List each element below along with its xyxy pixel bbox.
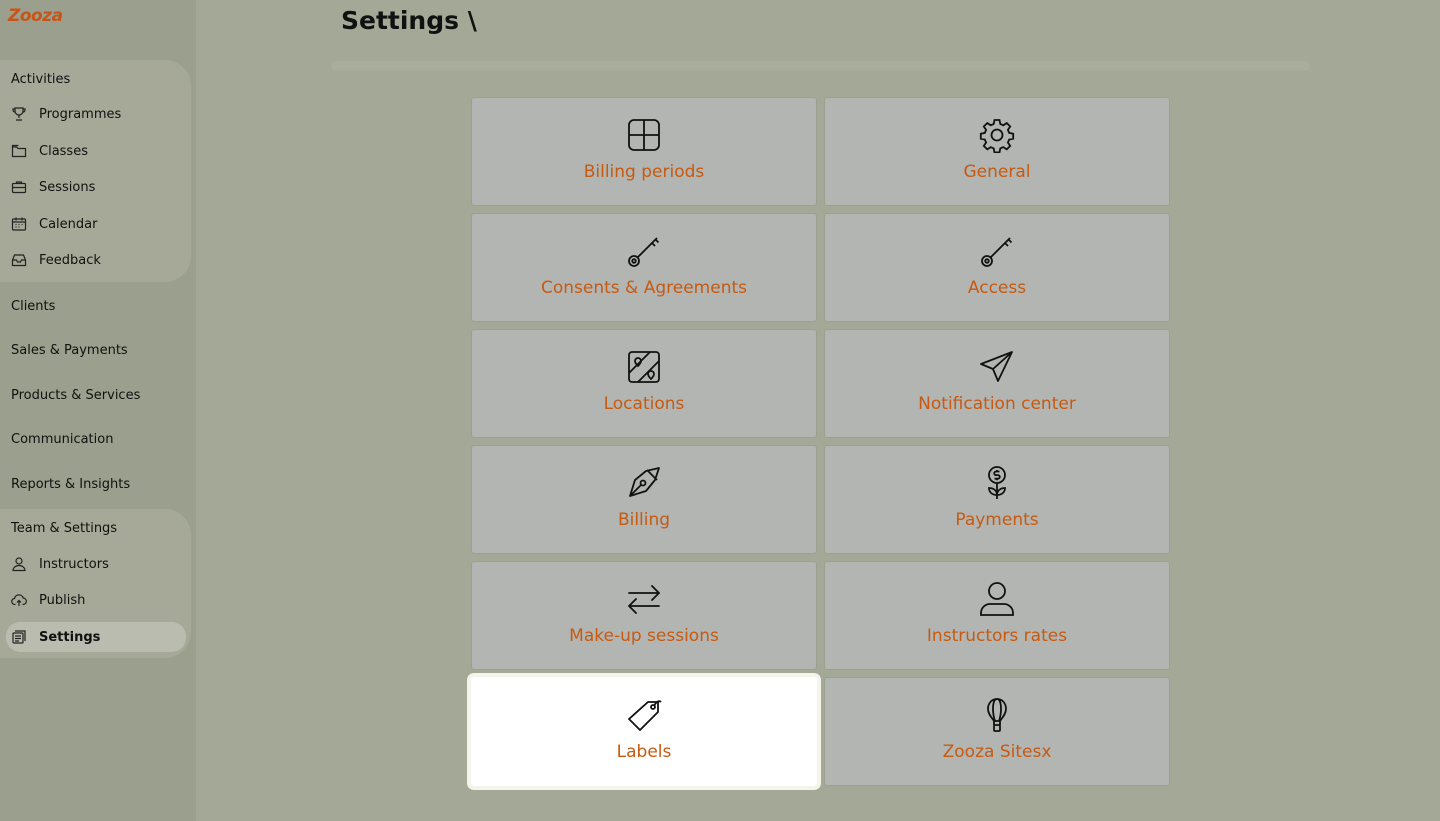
- briefcase-icon: [11, 179, 27, 195]
- card-billing-periods[interactable]: Billing periods: [471, 97, 817, 206]
- nav-feedback[interactable]: Feedback: [0, 245, 191, 275]
- card-instructors-rates[interactable]: Instructors rates: [824, 561, 1170, 670]
- inbox-icon: [11, 252, 27, 268]
- trophy-icon: [11, 106, 27, 122]
- nav-team-settings[interactable]: Team & Settings: [0, 513, 191, 543]
- nav-classes[interactable]: Classes: [0, 136, 191, 166]
- nav-sessions[interactable]: Sessions: [0, 172, 191, 202]
- nav-settings[interactable]: Settings: [6, 622, 186, 652]
- user-icon: [11, 556, 27, 572]
- card-labels[interactable]: Labels: [471, 677, 817, 786]
- nav-reports-insights[interactable]: Reports & Insights: [0, 469, 191, 499]
- user-icon: [978, 580, 1016, 618]
- zooza-logo[interactable]: Zooza: [8, 4, 68, 34]
- card-access[interactable]: Access: [824, 213, 1170, 322]
- nav-communication[interactable]: Communication: [0, 424, 191, 454]
- nav-programmes[interactable]: Programmes: [0, 99, 191, 129]
- nav-activities[interactable]: Activities: [0, 64, 191, 94]
- arrows-swap-icon: [625, 580, 663, 618]
- calendar-icon: [11, 216, 27, 232]
- nav-products-services[interactable]: Products & Services: [0, 380, 191, 410]
- card-notification-center[interactable]: Notification center: [824, 329, 1170, 438]
- card-locations[interactable]: Locations: [471, 329, 817, 438]
- card-consents-agreements[interactable]: Consents & Agreements: [471, 213, 817, 322]
- gear-icon: [978, 116, 1016, 154]
- folder-icon: [11, 143, 27, 159]
- nav-calendar[interactable]: Calendar: [0, 209, 191, 239]
- settings-icon: [11, 629, 27, 645]
- nav-clients[interactable]: Clients: [0, 291, 191, 321]
- map-icon: [625, 348, 663, 386]
- card-payments[interactable]: Payments: [824, 445, 1170, 554]
- card-make-up-sessions[interactable]: Make-up sessions: [471, 561, 817, 670]
- hot-air-balloon-icon: [978, 696, 1016, 734]
- nav-sales-payments[interactable]: Sales & Payments: [0, 335, 191, 365]
- card-billing[interactable]: Billing: [471, 445, 817, 554]
- cloud-upload-icon: [11, 592, 27, 608]
- grid-icon: [625, 116, 663, 154]
- pen-nib-icon: [625, 464, 663, 502]
- page-title: Settings \: [341, 6, 477, 35]
- key-icon: [978, 232, 1016, 270]
- card-zooza-sites[interactable]: Zooza Sitesx: [824, 677, 1170, 786]
- sidebar: Zooza Activities Programmes Classes Sess…: [0, 0, 196, 821]
- nav-publish[interactable]: Publish: [0, 585, 191, 615]
- tag-icon: [625, 696, 663, 734]
- card-general[interactable]: General: [824, 97, 1170, 206]
- money-flower-icon: [978, 464, 1016, 502]
- key-icon: [625, 232, 663, 270]
- header-divider: [331, 61, 1310, 71]
- paper-plane-icon: [978, 348, 1016, 386]
- nav-instructors[interactable]: Instructors: [0, 549, 191, 579]
